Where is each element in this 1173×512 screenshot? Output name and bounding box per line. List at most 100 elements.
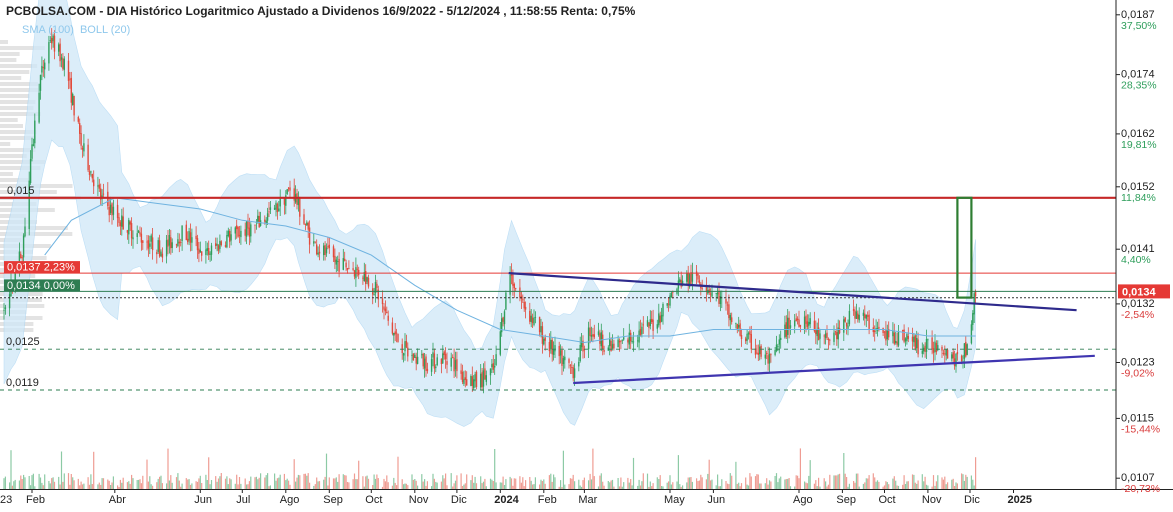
candle-body [327,246,329,248]
volume-bar [248,481,250,489]
candle-body [423,358,426,369]
volume-bar [304,473,306,489]
volume-bar [246,484,248,489]
candle-body [620,340,622,342]
candle-body [834,331,837,333]
volume-bar [903,475,905,489]
candle-body [951,354,953,359]
y-tick: 0,0107-20,73% [1116,472,1160,495]
volume-bar [111,482,113,489]
volume-bar [28,476,30,489]
candle-body [867,315,869,317]
legend-boll: BOLL (20) [80,24,130,36]
candle-body [180,242,182,243]
candle-body [815,330,817,335]
volume-bar [279,474,281,489]
volume-bar [499,482,501,489]
volume-bar [728,484,730,489]
candle-body [63,58,65,70]
volume-bar [117,485,119,489]
volume-bar [777,482,779,489]
volume-bar [397,456,399,489]
candle-body [519,287,521,298]
volume-bar [210,480,213,489]
candle-body [332,246,335,258]
candle-body [185,224,187,240]
volume-bar [484,478,486,489]
candle-body [137,230,140,233]
candle-body [767,355,769,364]
volume-bar [286,478,288,489]
volume-bar [461,486,464,489]
candle-body [287,187,290,189]
volume-bar [187,479,189,489]
volume-bar [731,475,733,489]
volume-bar [775,473,778,489]
candle-body [220,241,222,245]
candle-body [559,350,562,356]
volume-bar [195,481,197,489]
candle-body [533,317,535,325]
volume-bar [718,486,720,489]
volume-bar [707,473,709,489]
candle-body [642,324,644,326]
volume-bar [843,453,845,489]
volume-bar [323,479,325,489]
volume-bar [147,481,149,489]
volume-bar [473,482,475,489]
candle-body [672,292,674,294]
candle-body [188,231,190,241]
volume-bar [888,484,890,489]
candle-body [450,357,452,367]
candle-body [142,240,144,243]
volume-bar [550,473,552,489]
volume-bar [715,485,717,489]
candle-body [843,319,845,333]
volume-bar [226,476,228,489]
candle [966,343,968,356]
candle-body [848,310,851,325]
volume-bar [520,482,522,489]
volume-bar [944,476,946,489]
candle-body [195,235,197,240]
volume-bar [778,478,780,489]
candle-body [827,338,830,341]
candle-body [414,354,416,358]
volume-bar [208,457,210,489]
volume-bar [687,477,689,489]
volume-bar [691,481,693,489]
candle-body [759,346,761,355]
volume-bar [433,478,435,489]
candle-body [806,321,809,327]
candle-body [745,338,747,342]
candle-body [609,339,611,347]
volume-bar [756,474,758,489]
volume-bar [666,482,668,489]
candle-body [328,244,330,249]
candle-body [955,353,957,367]
candle-body [592,334,594,337]
price-badges: 0,0134 [1118,284,1170,299]
candle-body [464,377,466,380]
volume-bar [175,477,178,489]
candle-body [749,331,751,335]
volume-bar [632,457,635,489]
volume-bar [768,480,771,489]
candle-body [435,366,437,369]
candle-body [425,356,427,371]
volume-bar [717,474,719,489]
volume-bar [759,483,761,489]
candle-body [250,224,252,237]
volume-bar [317,481,319,489]
candle-body [442,353,444,364]
volume-bar [348,482,350,489]
volume-bar [205,474,207,489]
volume-bar [754,476,757,489]
volume-bar [816,486,818,489]
candle-body [307,222,309,230]
volume-bar [269,485,271,489]
volume-bar [31,475,33,489]
candle-body [502,317,504,322]
candle-body [39,74,42,91]
volume-bar [834,475,836,489]
